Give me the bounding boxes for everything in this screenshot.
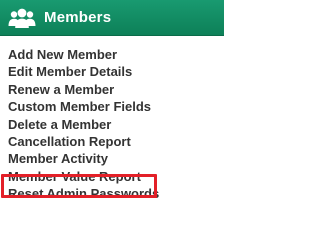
menu-item-label: Cancellation Report (8, 133, 131, 149)
menu-item-delete-a-member[interactable]: Delete a Member (0, 116, 224, 133)
menu-item-renew-a-member[interactable]: Renew a Member (0, 81, 224, 98)
members-header: Members (0, 0, 224, 36)
menu-item-member-activity[interactable]: Member Activity (0, 150, 224, 167)
menu-item-reset-admin-passwords[interactable]: Reset Admin Passwords (0, 185, 224, 202)
menu-item-label: Edit Member Details (8, 64, 133, 80)
users-group-icon (8, 8, 36, 28)
menu-item-custom-member-fields[interactable]: Custom Member Fields (0, 98, 224, 115)
menu-item-label: Add New Member (8, 47, 118, 62)
panel-title: Members (44, 9, 112, 26)
menu-item-label: Custom Member Fields (8, 99, 152, 115)
menu-item-label: Delete a Member (8, 116, 112, 132)
members-panel: Members Add New Member Edit Member Detai… (0, 0, 224, 219)
menu-item-label: Member Activity (8, 151, 108, 167)
menu-item-member-value-report[interactable]: Member Value Report (0, 168, 224, 185)
members-menu: Add New Member Edit Member Details Renew… (0, 46, 224, 203)
menu-item-edit-member-details[interactable]: Edit Member Details (0, 63, 224, 80)
menu-item-label: Reset Admin Passwords (8, 186, 160, 202)
menu-item-label: Renew a Member (8, 81, 115, 97)
menu-item-add-new-member[interactable]: Add New Member (0, 46, 224, 63)
menu-item-cancellation-report[interactable]: Cancellation Report (0, 133, 224, 150)
menu-item-label: Member Value Report (8, 168, 141, 184)
